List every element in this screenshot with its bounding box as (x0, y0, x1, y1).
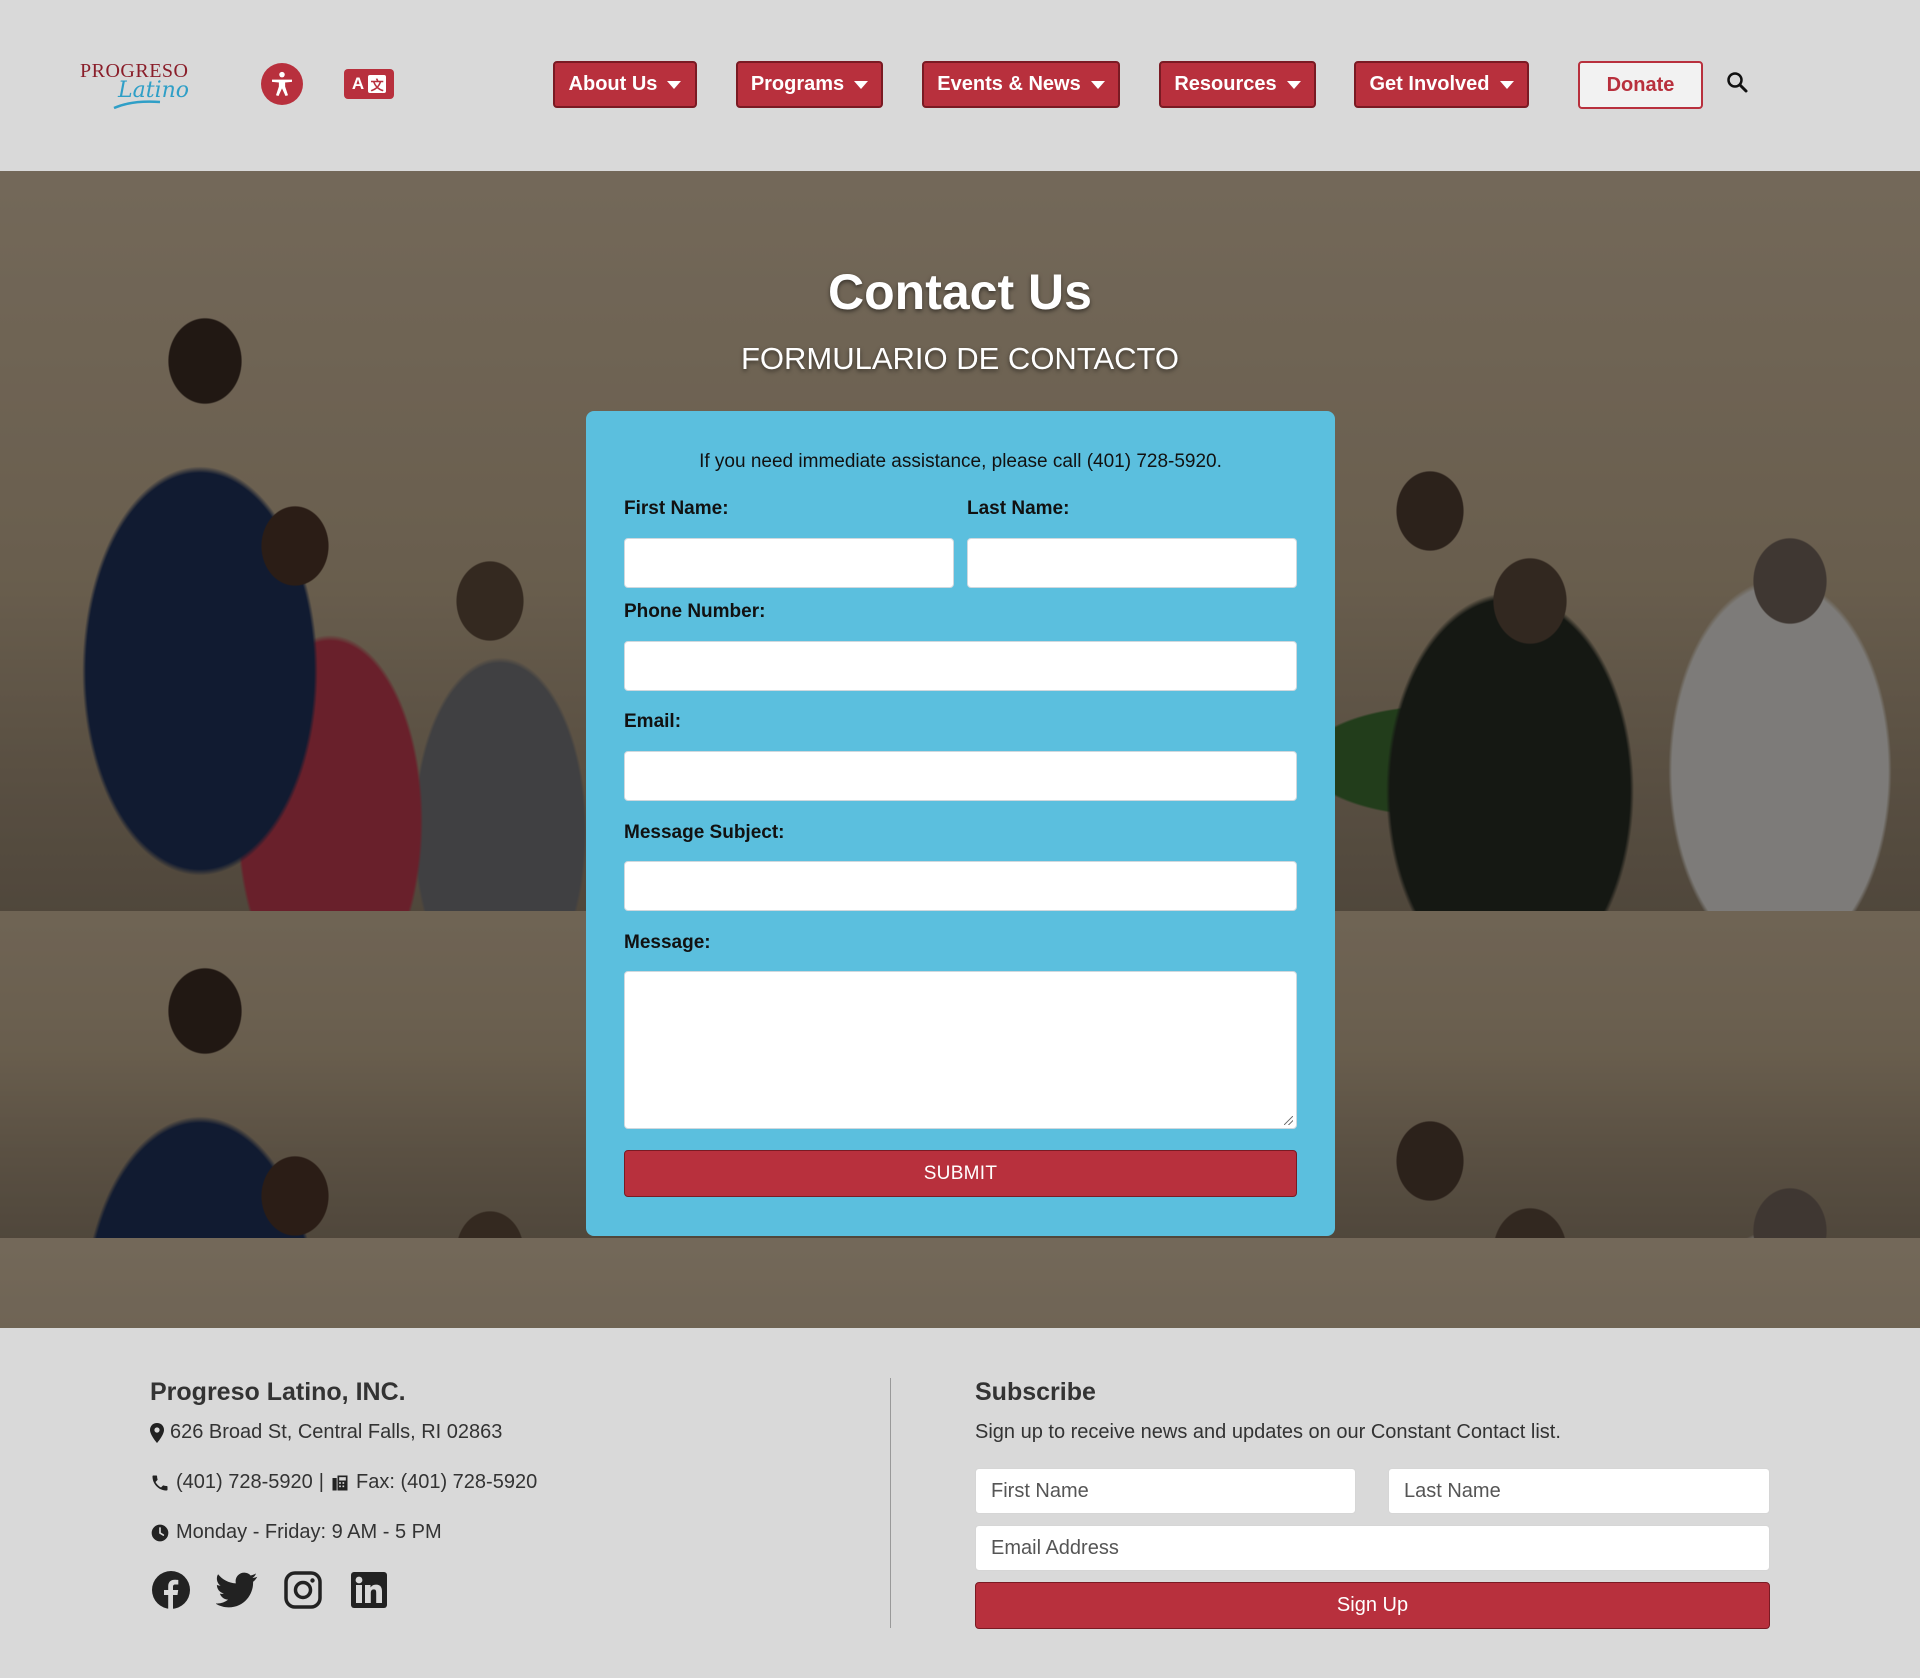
translate-button[interactable]: A 文 (344, 69, 394, 99)
search-icon (1727, 72, 1748, 93)
nav-resources[interactable]: Resources (1159, 61, 1316, 108)
subject-label: Message Subject: (624, 822, 785, 843)
footer-divider (890, 1378, 891, 1628)
page-subtitle: FORMULARIO DE CONTACTO (740, 341, 1180, 376)
nav-label: About Us (568, 73, 658, 95)
nav-label: Get Involved (1369, 73, 1490, 95)
last-name-field[interactable] (967, 538, 1297, 588)
email-label: Email: (624, 711, 682, 732)
organization-name: Progreso Latino, INC. (150, 1378, 406, 1406)
first-name-field[interactable] (624, 538, 954, 588)
nav-about-us[interactable]: About Us (553, 61, 697, 108)
contact-hero: Contact Us FORMULARIO DE CONTACTO If you… (0, 171, 1920, 1328)
translate-icon: 文 (368, 75, 387, 93)
contact-form: If you need immediate assistance, please… (586, 411, 1335, 1236)
site-footer: Progreso Latino, INC. 626 Broad St, Cent… (0, 1328, 1920, 1678)
map-pin-icon (150, 1422, 164, 1443)
caret-down-icon (1090, 80, 1105, 89)
accessibility-button[interactable] (261, 63, 303, 105)
phone-fax-line: (401) 728-5920 | Fax: (401) 728-5920 (150, 1471, 537, 1494)
facebook-icon[interactable] (150, 1569, 192, 1611)
hours-text: Monday - Friday: 9 AM - 5 PM (176, 1521, 442, 1543)
phone-icon (152, 1475, 168, 1490)
message-field[interactable] (624, 971, 1297, 1129)
first-name-label: First Name: (624, 498, 729, 519)
phone-field[interactable] (624, 641, 1297, 691)
caret-down-icon (667, 80, 682, 89)
subscribe-title: Subscribe (975, 1378, 1096, 1406)
subscribe-email-input[interactable] (975, 1525, 1770, 1571)
separator: | (318, 1471, 324, 1493)
hours-line: Monday - Friday: 9 AM - 5 PM (150, 1521, 442, 1544)
instagram-icon[interactable] (282, 1569, 324, 1611)
logo-swoosh-icon (113, 100, 161, 110)
donate-button[interactable]: Donate (1578, 61, 1703, 109)
address-line: 626 Broad St, Central Falls, RI 02863 (150, 1421, 502, 1444)
address-text: 626 Broad St, Central Falls, RI 02863 (170, 1421, 503, 1443)
caret-down-icon (854, 80, 869, 89)
twitter-icon[interactable] (216, 1569, 258, 1611)
nav-label: Programs (750, 73, 845, 95)
site-header: PROGRESO Latino A 文 About Us Programs Ev… (0, 0, 1920, 171)
clock-icon (151, 1524, 169, 1541)
progreso-latino-logo[interactable]: PROGRESO Latino (78, 56, 190, 116)
last-name-label: Last Name: (967, 498, 1070, 519)
submit-button[interactable]: SUBMIT (624, 1150, 1297, 1197)
fax-text: Fax: (401) 728-5920 (355, 1471, 538, 1493)
nav-events-news[interactable]: Events & News (922, 61, 1120, 108)
resize-handle-icon[interactable] (1284, 1116, 1293, 1125)
subscribe-last-name-input[interactable] (1388, 1468, 1770, 1514)
accessibility-icon (272, 71, 292, 96)
fax-icon (332, 1475, 348, 1490)
nav-programs[interactable]: Programs (736, 61, 883, 108)
page-title: Contact Us (828, 264, 1092, 320)
assistance-note: If you need immediate assistance, please… (699, 451, 1222, 472)
caret-down-icon (1499, 80, 1514, 89)
phone-label: Phone Number: (624, 601, 766, 622)
nav-label: Resources (1174, 73, 1277, 95)
subscribe-description: Sign up to receive news and updates on o… (975, 1421, 1561, 1443)
message-label: Message: (624, 932, 711, 953)
nav-label: Events & News (937, 73, 1081, 95)
search-button[interactable] (1725, 70, 1753, 98)
signup-button[interactable]: Sign Up (975, 1582, 1770, 1629)
nav-get-involved[interactable]: Get Involved (1354, 61, 1529, 108)
translate-letter: A (351, 74, 365, 93)
email-field[interactable] (624, 751, 1297, 801)
subject-field[interactable] (624, 861, 1297, 911)
subscribe-first-name-input[interactable] (975, 1468, 1356, 1514)
social-links (150, 1569, 390, 1611)
caret-down-icon (1286, 80, 1301, 89)
linkedin-icon[interactable] (348, 1569, 390, 1611)
phone-text: (401) 728-5920 (176, 1471, 313, 1493)
